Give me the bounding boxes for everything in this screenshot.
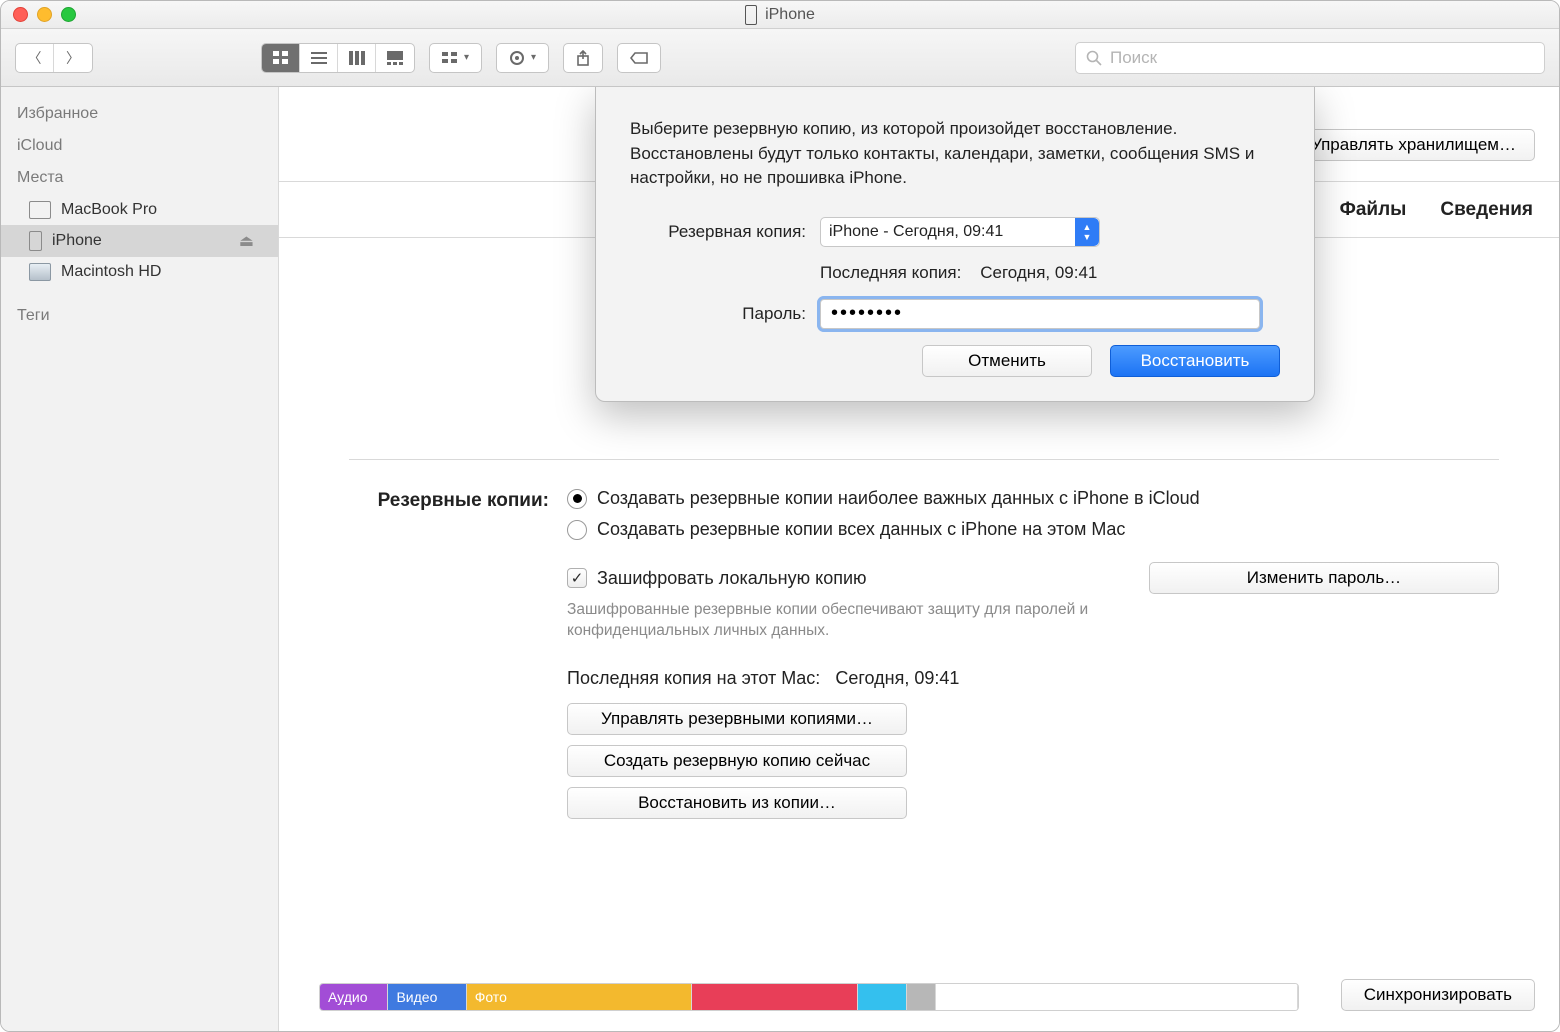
zoom-icon[interactable] xyxy=(61,7,76,22)
gallery-view-button[interactable] xyxy=(376,44,414,72)
sync-button[interactable]: Синхронизировать xyxy=(1341,979,1535,1011)
nav-buttons: 〈 〉 xyxy=(15,43,93,73)
sidebar-item-label: Macintosh HD xyxy=(61,263,161,281)
backup-now-button[interactable]: Создать резервную копию сейчас xyxy=(567,745,907,777)
backup-select-value: iPhone - Сегодня, 09:41 xyxy=(829,223,1003,241)
backups-label: Резервные копии: xyxy=(349,488,549,819)
main-content: Управлять хранилищем… Фото Файлы Сведени… xyxy=(279,87,1559,1031)
last-backup-value: Сегодня, 09:41 xyxy=(835,668,959,688)
phone-icon xyxy=(29,231,42,251)
forward-button[interactable]: 〉 xyxy=(54,44,92,72)
sidebar-heading-tags: Теги xyxy=(1,301,278,333)
search-icon xyxy=(1086,50,1102,66)
radio-icon xyxy=(567,520,587,540)
titlebar: iPhone xyxy=(1,1,1559,29)
last-copy-value: Сегодня, 09:41 xyxy=(980,263,1097,282)
backup-select-label: Резервная копия: xyxy=(630,222,820,242)
group-by-button[interactable]: ▾ xyxy=(429,43,482,73)
radio-icloud[interactable]: Создавать резервные копии наиболее важны… xyxy=(567,488,1499,509)
sidebar-item-macbook[interactable]: MacBook Pro xyxy=(1,195,278,225)
sidebar-item-iphone[interactable]: iPhone ⏏ xyxy=(1,225,278,257)
manage-storage-button[interactable]: Управлять хранилищем… xyxy=(1292,129,1535,161)
storage-segment: Видео xyxy=(388,984,466,1010)
tab-files[interactable]: Файлы xyxy=(1340,199,1407,221)
phone-icon xyxy=(745,5,757,25)
sidebar: Избранное iCloud Места MacBook Pro iPhon… xyxy=(1,87,279,1031)
storage-segment xyxy=(907,984,936,1010)
encrypt-label: Зашифровать локальную копию xyxy=(597,568,867,589)
restore-dialog: Выберите резервную копию, из которой про… xyxy=(595,87,1315,402)
encrypt-checkbox[interactable]: ✓ xyxy=(567,568,587,588)
storage-segment: Аудио xyxy=(320,984,388,1010)
sidebar-heading-icloud: iCloud xyxy=(1,131,278,163)
share-button[interactable] xyxy=(563,43,603,73)
last-backup-label: Последняя копия на этот Mac: xyxy=(567,668,820,688)
sidebar-heading-places: Места xyxy=(1,163,278,195)
column-view-button[interactable] xyxy=(338,44,376,72)
close-icon[interactable] xyxy=(13,7,28,22)
action-button[interactable]: ▾ xyxy=(496,43,549,73)
tags-button[interactable] xyxy=(617,43,661,73)
eject-icon[interactable]: ⏏ xyxy=(239,231,254,251)
minimize-icon[interactable] xyxy=(37,7,52,22)
sidebar-item-label: MacBook Pro xyxy=(61,201,157,219)
cancel-button[interactable]: Отменить xyxy=(922,345,1092,377)
manage-backups-button[interactable]: Управлять резервными копиями… xyxy=(567,703,907,735)
toolbar: 〈 〉 ▾ ▾ Поиск xyxy=(1,29,1559,87)
sidebar-item-macintosh-hd[interactable]: Macintosh HD xyxy=(1,257,278,287)
storage-bar: АудиоВидеоФото xyxy=(319,983,1299,1011)
radio-this-mac[interactable]: Создавать резервные копии всех данных с … xyxy=(567,519,1499,540)
password-label: Пароль: xyxy=(630,304,820,324)
sidebar-item-label: iPhone xyxy=(52,232,102,250)
search-input[interactable]: Поиск xyxy=(1075,42,1545,74)
chevron-updown-icon: ▲▼ xyxy=(1075,218,1099,246)
storage-segment xyxy=(936,984,1298,1010)
storage-segment: Фото xyxy=(467,984,692,1010)
dialog-description: Выберите резервную копию, из которой про… xyxy=(630,117,1280,191)
icon-view-button[interactable] xyxy=(262,44,300,72)
window-controls xyxy=(13,7,76,22)
radio-label: Создавать резервные копии всех данных с … xyxy=(597,519,1125,540)
radio-label: Создавать резервные копии наиболее важны… xyxy=(597,488,1200,509)
radio-icon xyxy=(567,489,587,509)
list-view-button[interactable] xyxy=(300,44,338,72)
laptop-icon xyxy=(29,201,51,219)
restore-from-backup-button[interactable]: Восстановить из копии… xyxy=(567,787,907,819)
change-password-button[interactable]: Изменить пароль… xyxy=(1149,562,1499,594)
encrypt-note: Зашифрованные резервные копии обеспечива… xyxy=(567,600,1107,642)
restore-button[interactable]: Восстановить xyxy=(1110,345,1280,377)
password-input[interactable] xyxy=(820,299,1260,329)
last-copy-label: Последняя копия: xyxy=(820,263,961,282)
sidebar-heading-favorites: Избранное xyxy=(1,99,278,131)
view-mode-segment xyxy=(261,43,415,73)
back-button[interactable]: 〈 xyxy=(16,44,54,72)
storage-segment xyxy=(858,984,907,1010)
hard-drive-icon xyxy=(29,263,51,281)
backup-select[interactable]: iPhone - Сегодня, 09:41 ▲▼ xyxy=(820,217,1100,247)
tab-info[interactable]: Сведения xyxy=(1440,199,1533,221)
finder-window: iPhone 〈 〉 ▾ ▾ Поиск Избранное iCloud М xyxy=(0,0,1560,1032)
storage-segment xyxy=(692,984,858,1010)
search-placeholder: Поиск xyxy=(1110,48,1157,68)
window-title: iPhone xyxy=(765,6,815,24)
